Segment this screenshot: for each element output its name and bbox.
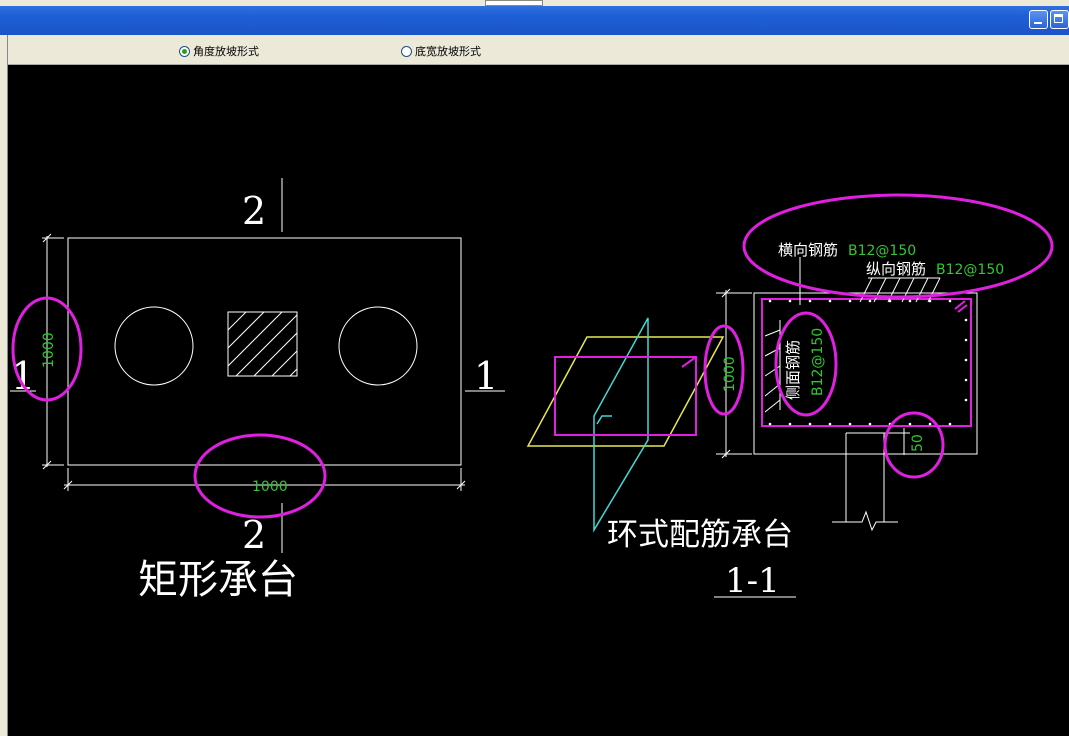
- pile-circle-left: [114, 306, 194, 386]
- section-mark-top: 2: [242, 189, 266, 233]
- cover-dim-value: 50: [910, 434, 926, 452]
- section-mark-right: 1: [474, 354, 498, 398]
- longitudinal-rebar-label: 纵向钢筋: [866, 260, 926, 278]
- longitudinal-rebar-value: B12@150: [936, 262, 1004, 278]
- section-dim-vertical-value: 1000: [722, 356, 738, 392]
- side-rebar-label: 侧面钢筋: [784, 340, 802, 400]
- rect-cap-caption: 矩形承台: [138, 557, 298, 603]
- dim-vertical-left-value: 1000: [41, 332, 57, 368]
- pile-below-section: [832, 428, 910, 532]
- transverse-rebar-label: 横向钢筋: [778, 241, 838, 259]
- side-rebar-value: B12@150: [810, 328, 826, 396]
- ring-cap-yellow-plane: [526, 336, 725, 447]
- cad-drawing: 2 2 1 1 1000 1000 矩形承台 环式配筋承台 1000 50 横向…: [10, 178, 1054, 603]
- column-hatched-square: [227, 311, 298, 377]
- pile-circle-right: [338, 306, 418, 386]
- magenta-corner-hook: [681, 356, 697, 368]
- ring-cap-cyan-plane: [593, 317, 649, 533]
- transverse-rebar-value: B12@150: [848, 243, 916, 259]
- ring-cap-caption: 环式配筋承台: [607, 517, 793, 553]
- rebar-corner-hook: [954, 300, 968, 313]
- cyan-hook: [596, 415, 612, 425]
- section-label: 1-1: [725, 561, 780, 601]
- rect-cap-outline: [67, 237, 462, 466]
- section-mark-bottom: 2: [242, 513, 266, 557]
- dim-horizontal-bottom-value: 1000: [252, 479, 288, 495]
- ring-cap-magenta-section: [554, 356, 697, 436]
- highlight-horizontal-dim: [193, 433, 327, 519]
